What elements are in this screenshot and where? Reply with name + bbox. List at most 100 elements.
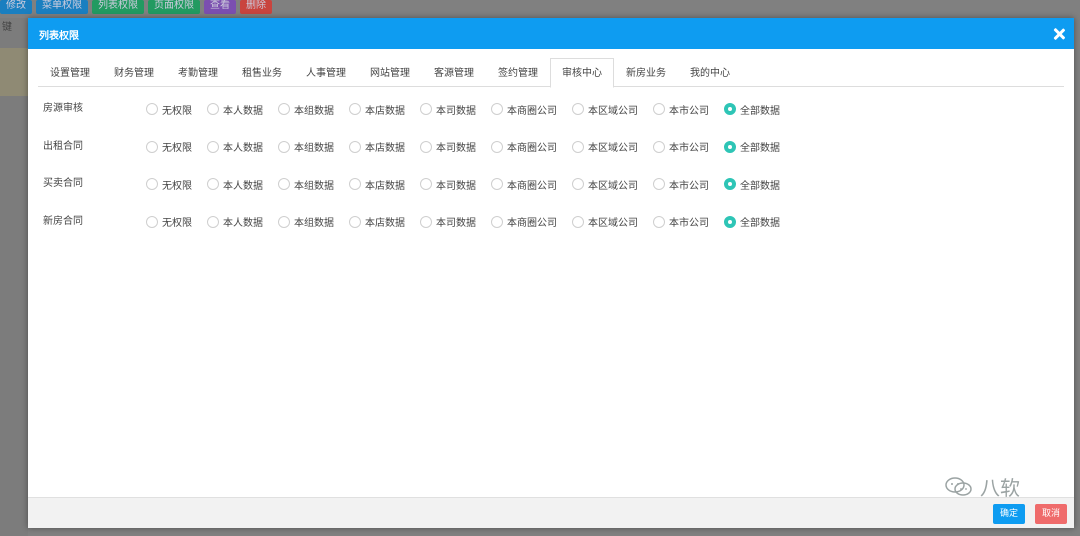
radio-unchecked-icon[interactable] bbox=[207, 103, 219, 115]
radio-option-label: 本人数据 bbox=[223, 180, 263, 192]
radio-option[interactable]: 本组数据 bbox=[278, 138, 334, 156]
radio-unchecked-icon[interactable] bbox=[207, 178, 219, 190]
radio-option[interactable]: 本组数据 bbox=[278, 175, 334, 193]
radio-option[interactable]: 本区域公司 bbox=[572, 138, 638, 156]
close-icon[interactable] bbox=[1052, 27, 1066, 41]
radio-checked-icon[interactable] bbox=[724, 103, 736, 115]
radio-option[interactable]: 全部数据 bbox=[724, 213, 780, 231]
radio-unchecked-icon[interactable] bbox=[146, 140, 158, 153]
radio-unchecked-icon[interactable] bbox=[491, 178, 503, 190]
tab-5[interactable]: 人事管理 bbox=[294, 58, 358, 87]
radio-option[interactable]: 全部数据 bbox=[724, 100, 780, 118]
radio-option[interactable]: 本市公司 bbox=[653, 138, 709, 156]
radio-unchecked-icon[interactable] bbox=[572, 103, 584, 115]
radio-unchecked-icon[interactable] bbox=[491, 140, 503, 153]
radio-option[interactable]: 本司数据 bbox=[420, 138, 476, 156]
radio-option[interactable]: 无权限 bbox=[146, 213, 192, 231]
radio-unchecked-icon[interactable] bbox=[207, 215, 219, 228]
radio-unchecked-icon[interactable] bbox=[278, 178, 290, 190]
radio-option[interactable]: 本人数据 bbox=[207, 100, 263, 118]
radio-unchecked-icon[interactable] bbox=[420, 103, 432, 115]
radio-option-label: 本市公司 bbox=[669, 180, 709, 192]
radio-unchecked-icon[interactable] bbox=[420, 178, 432, 190]
radio-option-label: 本区域公司 bbox=[588, 218, 638, 229]
radio-unchecked-icon[interactable] bbox=[146, 178, 158, 190]
radio-unchecked-icon[interactable] bbox=[278, 103, 290, 115]
radio-unchecked-icon[interactable] bbox=[491, 103, 503, 115]
radio-option[interactable]: 本区域公司 bbox=[572, 100, 638, 118]
radio-option[interactable]: 本司数据 bbox=[420, 213, 476, 231]
radio-checked-icon[interactable] bbox=[724, 178, 736, 190]
radio-unchecked-icon[interactable] bbox=[146, 215, 158, 228]
radio-unchecked-icon[interactable] bbox=[653, 140, 665, 153]
radio-option-label: 本店数据 bbox=[365, 143, 405, 154]
radio-option[interactable]: 本商圈公司 bbox=[491, 213, 557, 231]
radio-option[interactable]: 本司数据 bbox=[420, 175, 476, 193]
radio-unchecked-icon[interactable] bbox=[653, 178, 665, 190]
radio-option-label: 本商圈公司 bbox=[507, 180, 557, 192]
radio-option[interactable]: 本区域公司 bbox=[572, 213, 638, 231]
radio-option[interactable]: 本市公司 bbox=[653, 175, 709, 193]
radio-option[interactable]: 本区域公司 bbox=[572, 175, 638, 193]
background-left-label: 键 bbox=[2, 22, 12, 33]
radio-option-label: 全部数据 bbox=[740, 218, 780, 229]
tab-8[interactable]: 签约管理 bbox=[486, 58, 550, 87]
radio-unchecked-icon[interactable] bbox=[349, 140, 361, 153]
radio-unchecked-icon[interactable] bbox=[207, 140, 219, 153]
radio-checked-icon[interactable] bbox=[724, 215, 736, 228]
tab-3[interactable]: 考勤管理 bbox=[166, 58, 230, 87]
radio-option[interactable]: 无权限 bbox=[146, 100, 192, 118]
tab-11[interactable]: 我的中心 bbox=[678, 58, 742, 87]
dialog-footer bbox=[28, 497, 1074, 528]
dialog-header: 列表权限 bbox=[28, 18, 1074, 49]
wechat-icon bbox=[945, 476, 972, 496]
radio-option[interactable]: 本商圈公司 bbox=[491, 100, 557, 118]
radio-option[interactable]: 本人数据 bbox=[207, 213, 263, 231]
radio-option[interactable]: 本市公司 bbox=[653, 213, 709, 231]
radio-option-label: 本商圈公司 bbox=[507, 105, 557, 117]
radio-option-label: 无权限 bbox=[162, 180, 192, 192]
radio-checked-icon[interactable] bbox=[724, 140, 736, 153]
permission-row: 新房合同 无权限 本人数据 本组数据 本店数据 本司数据 本商圈公司 本区域公司 本市公司 全部数… bbox=[43, 213, 1064, 251]
radio-option[interactable]: 无权限 bbox=[146, 138, 192, 156]
radio-unchecked-icon[interactable] bbox=[572, 178, 584, 190]
tab-9[interactable]: 审核中心 bbox=[550, 58, 614, 88]
radio-unchecked-icon[interactable] bbox=[420, 140, 432, 153]
radio-option[interactable]: 本组数据 bbox=[278, 213, 334, 231]
tab-2[interactable]: 财务管理 bbox=[102, 58, 166, 87]
radio-unchecked-icon[interactable] bbox=[572, 215, 584, 228]
radio-option[interactable]: 本市公司 bbox=[653, 100, 709, 118]
radio-unchecked-icon[interactable] bbox=[653, 215, 665, 228]
radio-option[interactable]: 本商圈公司 bbox=[491, 138, 557, 156]
radio-option[interactable]: 本店数据 bbox=[349, 213, 405, 231]
tab-4[interactable]: 租售业务 bbox=[230, 58, 294, 87]
radio-option[interactable]: 本组数据 bbox=[278, 100, 334, 118]
tab-10[interactable]: 新房业务 bbox=[614, 58, 678, 87]
confirm-button[interactable]: 确定 bbox=[993, 504, 1026, 524]
radio-unchecked-icon[interactable] bbox=[349, 215, 361, 228]
radio-unchecked-icon[interactable] bbox=[278, 215, 290, 228]
radio-unchecked-icon[interactable] bbox=[653, 103, 665, 115]
tab-1[interactable]: 设置管理 bbox=[38, 58, 102, 87]
radio-option[interactable]: 本店数据 bbox=[349, 138, 405, 156]
radio-unchecked-icon[interactable] bbox=[420, 215, 432, 228]
radio-option[interactable]: 本司数据 bbox=[420, 100, 476, 118]
tab-7[interactable]: 客源管理 bbox=[422, 58, 486, 87]
radio-option[interactable]: 全部数据 bbox=[724, 138, 780, 156]
radio-option[interactable]: 本店数据 bbox=[349, 175, 405, 193]
radio-option-label: 无权限 bbox=[162, 143, 192, 154]
tab-6[interactable]: 网站管理 bbox=[358, 58, 422, 87]
radio-unchecked-icon[interactable] bbox=[572, 140, 584, 153]
radio-unchecked-icon[interactable] bbox=[349, 103, 361, 115]
radio-option[interactable]: 本商圈公司 bbox=[491, 175, 557, 193]
radio-unchecked-icon[interactable] bbox=[349, 178, 361, 190]
radio-unchecked-icon[interactable] bbox=[491, 215, 503, 228]
radio-unchecked-icon[interactable] bbox=[278, 140, 290, 153]
radio-option[interactable]: 本人数据 bbox=[207, 138, 263, 156]
radio-option[interactable]: 本人数据 bbox=[207, 175, 263, 193]
radio-option[interactable]: 全部数据 bbox=[724, 175, 780, 193]
radio-option[interactable]: 本店数据 bbox=[349, 100, 405, 118]
cancel-button[interactable]: 取消 bbox=[1035, 504, 1068, 524]
radio-unchecked-icon[interactable] bbox=[146, 103, 158, 115]
radio-option[interactable]: 无权限 bbox=[146, 175, 192, 193]
